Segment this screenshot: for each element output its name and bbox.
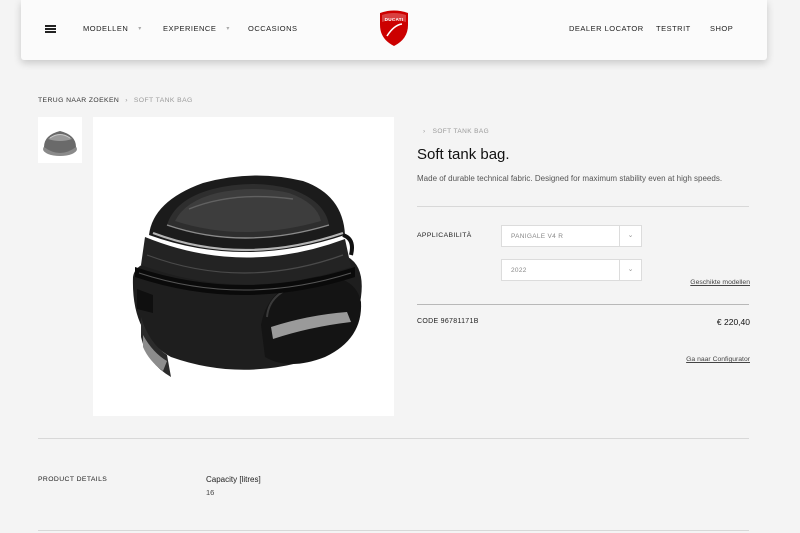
product-main-image[interactable] — [93, 117, 394, 416]
chevron-down-icon: ▾ — [226, 26, 230, 32]
nav-shop[interactable]: SHOP — [710, 24, 733, 33]
back-to-search-link[interactable]: TERUG NAAR ZOEKEN — [38, 97, 119, 104]
product-title: Soft tank bag. — [417, 146, 510, 163]
year-select[interactable]: 2022 ⌄ — [501, 259, 642, 281]
product-breadcrumb: › SOFT TANK BAG — [423, 128, 489, 135]
product-details-heading: PRODUCT DETAILS — [38, 476, 108, 483]
breadcrumb: TERUG NAAR ZOEKEN › SOFT TANK BAG — [38, 97, 193, 104]
nav-testrit[interactable]: TESTRIT — [656, 24, 691, 33]
nav-occasions-label: OCCASIONS — [248, 24, 298, 33]
nav-testrit-label: TESTRIT — [656, 24, 691, 33]
nav-modellen-label: MODELLEN — [83, 24, 129, 33]
compatible-models-link[interactable]: Geschikte modellen — [690, 279, 750, 286]
model-select[interactable]: PANIGALE V4 R ⌄ — [501, 225, 642, 247]
chevron-down-icon: ▾ — [138, 26, 142, 32]
nav-experience-label: EXPERIENCE — [163, 24, 217, 33]
nav-modellen[interactable]: MODELLEN ▾ — [83, 24, 142, 33]
year-select-value: 2022 — [511, 267, 527, 274]
tank-bag-image — [132, 175, 362, 377]
site-header: MODELLEN ▾ EXPERIENCE ▾ OCCASIONS DUCATI D… — [21, 0, 767, 60]
chevron-down-icon: ⌄ — [619, 260, 641, 280]
ducati-logo[interactable]: DUCATI — [378, 9, 410, 47]
model-select-value: PANIGALE V4 R — [511, 233, 564, 240]
tank-bag-thumbnail-image — [43, 131, 77, 156]
svg-text:DUCATI: DUCATI — [385, 17, 404, 22]
menu-icon[interactable] — [45, 25, 56, 33]
product-breadcrumb-label[interactable]: SOFT TANK BAG — [433, 128, 490, 135]
divider — [417, 304, 749, 305]
applicability-label: APPLICABILITÀ — [417, 232, 472, 239]
nav-experience[interactable]: EXPERIENCE ▾ — [163, 24, 230, 33]
spec-capacity-label: Capacity [litres] — [206, 475, 261, 484]
chevron-down-icon: ⌄ — [619, 226, 641, 246]
divider — [38, 438, 749, 439]
nav-dealer-locator-label: DEALER LOCATOR — [569, 24, 644, 33]
breadcrumb-separator: › — [125, 97, 128, 104]
product-description: Made of durable technical fabric. Design… — [417, 174, 723, 183]
product-price: € 220,40 — [716, 317, 750, 327]
chevron-right-icon: › — [423, 128, 426, 135]
nav-occasions[interactable]: OCCASIONS — [248, 24, 298, 33]
product-code: CODE 96781171B — [417, 318, 479, 325]
product-thumbnail[interactable] — [38, 117, 82, 163]
divider — [417, 206, 749, 207]
breadcrumb-current: SOFT TANK BAG — [133, 97, 193, 104]
nav-dealer-locator[interactable]: DEALER LOCATOR — [569, 24, 644, 33]
nav-shop-label: SHOP — [710, 24, 734, 33]
divider — [38, 530, 749, 531]
spec-capacity-value: 16 — [206, 488, 215, 497]
configurator-link[interactable]: Ga naar Configurator — [686, 356, 750, 363]
